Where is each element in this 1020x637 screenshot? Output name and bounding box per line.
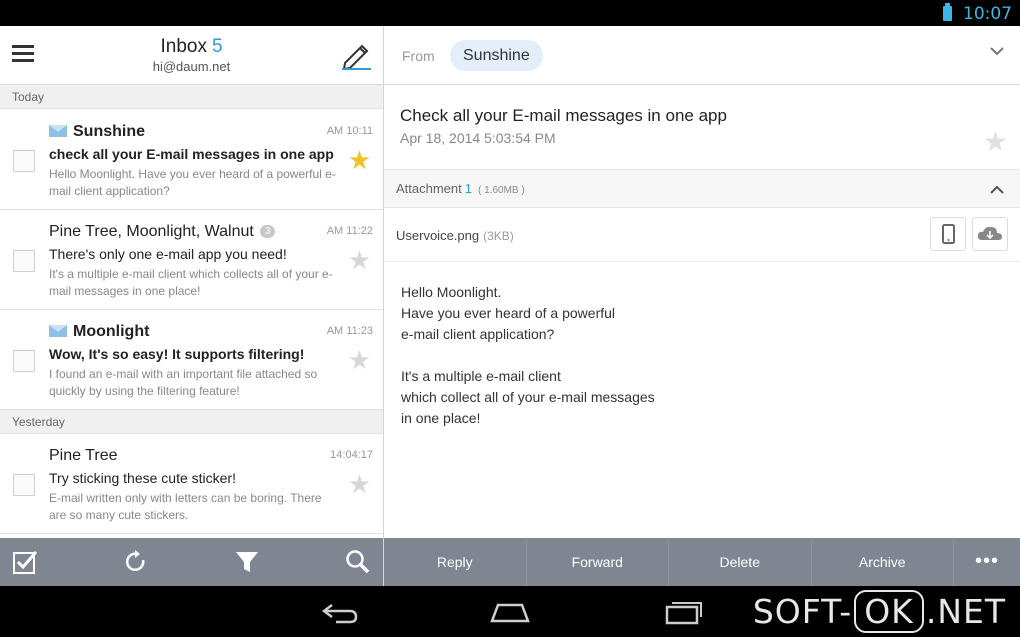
list-item[interactable]: Sunshine AM 10:11 check all your E-mail … [0, 110, 383, 210]
mail-checkbox[interactable] [13, 350, 35, 372]
message-subject: Check all your E-mail messages in one ap… [400, 106, 727, 125]
chevron-down-icon[interactable] [990, 44, 1004, 58]
battery-icon [943, 3, 952, 21]
sender-chip[interactable]: Sunshine [450, 40, 543, 71]
account-email: hi@daum.net [152, 59, 231, 74]
reply-button[interactable]: Reply [384, 538, 527, 586]
attachment-filesize: (3KB) [483, 229, 514, 243]
cloud-icon [977, 226, 1002, 240]
section-yesterday: Yesterday [0, 410, 383, 434]
mail-time: AM 10:11 [326, 125, 373, 137]
message-paragraph: It's a multiple e-mail client which coll… [401, 368, 655, 426]
inbox-title-label: Inbox [160, 36, 207, 57]
more-options-button[interactable]: ••• [954, 538, 1020, 586]
attachment-file: Uservoice.png (3KB) [396, 228, 514, 243]
clock: 10:07 [963, 4, 1012, 24]
from-label: From [402, 48, 435, 64]
watermark-suffix: .NET [925, 592, 1006, 631]
mail-preview: I found an e-mail with an important file… [49, 367, 318, 398]
star-icon[interactable]: ★ [348, 347, 371, 373]
attachment-filename: Uservoice.png [396, 228, 480, 243]
mail-checkbox[interactable] [13, 474, 35, 496]
star-icon[interactable]: ★ [348, 147, 371, 173]
list-toolbar [0, 538, 383, 586]
thread-count-badge: 3 [259, 225, 276, 238]
attachment-count: 1 [464, 181, 472, 196]
select-all-check-icon[interactable] [11, 548, 39, 576]
mail-subject: Wow, It's so easy! It supports filtering… [49, 346, 305, 362]
list-item[interactable]: Moonlight AM 11:23 Wow, It's so easy! It… [0, 310, 383, 410]
list-item[interactable]: Pine Tree, Moonlight, Walnut 3 AM 11:22 T… [0, 210, 383, 310]
mail-time: AM 11:22 [326, 225, 373, 237]
mail-time: 14:04:17 [330, 449, 373, 461]
list-item[interactable]: Pine Tree 14:04:17 Try sticking these cu… [0, 434, 383, 534]
watermark-logo: SOFT- OK .NET [753, 590, 1006, 633]
message-date: Apr 18, 2014 5:03:54 PM [400, 130, 556, 146]
unread-envelope-icon [49, 125, 67, 137]
unread-count: 5 [211, 36, 223, 57]
mail-checkbox[interactable] [13, 250, 35, 272]
forward-button[interactable]: Forward [527, 538, 669, 586]
message-toolbar: Reply Forward Delete Archive ••• [384, 538, 1020, 586]
unread-envelope-icon [49, 325, 67, 337]
message-pane: From Sunshine Check all your E-mail mess… [384, 26, 1020, 538]
mail-sender: Pine Tree [49, 447, 118, 464]
filter-icon[interactable] [233, 548, 261, 576]
mail-subject: Try sticking these cute sticker! [49, 470, 236, 486]
attachment-label: Attachment [396, 181, 462, 196]
attachment-bar[interactable]: Attachment 1 ( 1.60MB ) [384, 169, 1020, 208]
message-header: From Sunshine [384, 26, 1020, 85]
mail-subject: check all your E-mail messages in one ap… [49, 146, 334, 162]
mail-sender: Pine Tree, Moonlight, Walnut 3 [49, 223, 276, 241]
recent-apps-icon[interactable] [661, 596, 705, 626]
archive-button[interactable]: Archive [812, 538, 954, 586]
mail-time: AM 11:23 [326, 325, 373, 337]
inbox-header: Inbox 5 hi@daum.net [0, 26, 383, 85]
attachment-total-size: ( 1.60MB ) [478, 185, 525, 196]
star-icon[interactable]: ★ [348, 247, 371, 273]
watermark-prefix: SOFT- [752, 592, 853, 631]
star-icon[interactable]: ★ [348, 471, 371, 497]
star-icon[interactable]: ★ [983, 125, 1008, 158]
message-body: Hello Moonlight. Have you ever heard of … [401, 282, 655, 450]
attachment-header: Attachment 1 ( 1.60MB ) [396, 181, 525, 196]
mail-sender: Sunshine [73, 123, 146, 140]
compose-pencil-icon[interactable] [339, 40, 373, 71]
mail-preview: It's a multiple e-mail client which coll… [49, 267, 333, 298]
delete-button[interactable]: Delete [669, 538, 812, 586]
save-to-cloud-button[interactable] [972, 217, 1008, 251]
inbox-pane: Inbox 5 hi@daum.net Today Sunshine AM 10:… [0, 26, 383, 538]
save-to-device-button[interactable] [930, 217, 966, 251]
status-bar: 10:07 [0, 0, 1020, 26]
mail-preview: Hello Moonlight. Have you ever heard of … [49, 167, 336, 198]
mail-preview: E-mail written only with letters can be … [49, 491, 322, 522]
home-icon[interactable] [488, 596, 532, 626]
refresh-icon[interactable] [122, 548, 150, 576]
mail-sender-names: Pine Tree, Moonlight, Walnut [49, 223, 254, 240]
search-icon[interactable] [344, 548, 372, 576]
mail-subject: There's only one e-mail app you need! [49, 246, 287, 262]
attachment-file-row: Uservoice.png (3KB) [384, 208, 1020, 262]
mail-sender: Moonlight [73, 323, 150, 340]
mail-checkbox[interactable] [13, 150, 35, 172]
inbox-title: Inbox 5 [0, 36, 383, 58]
section-today: Today [0, 85, 383, 109]
back-icon[interactable] [316, 596, 360, 626]
watermark-ok: OK [854, 590, 924, 633]
message-paragraph: Hello Moonlight. Have you ever heard of … [401, 284, 616, 342]
chevron-up-icon[interactable] [990, 183, 1004, 197]
